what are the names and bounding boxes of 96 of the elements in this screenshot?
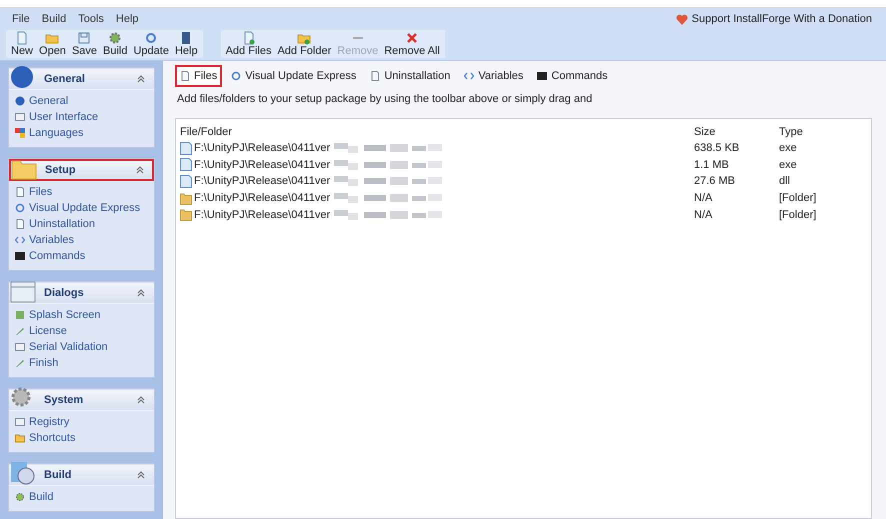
window-icon — [15, 417, 25, 427]
type-cell: exe — [779, 142, 797, 154]
sidebar-item[interactable]: Serial Validation — [29, 341, 108, 353]
menu-item[interactable]: Build — [42, 13, 66, 25]
toolbar-button[interactable]: Remove All — [381, 30, 443, 58]
toolbar-button[interactable]: Build — [100, 30, 130, 58]
group-header[interactable]: Dialogs — [9, 282, 154, 304]
file-path: F:\UnityPJ\Release\0411ver — [194, 192, 330, 204]
group-header[interactable]: Build — [9, 464, 154, 486]
file-path: F:\UnityPJ\Release\0411ver — [194, 175, 330, 188]
gear-icon — [108, 31, 122, 45]
sidebar-item[interactable]: License — [29, 325, 67, 337]
info-icon — [10, 65, 36, 89]
info-icon — [15, 96, 25, 106]
document-icon — [15, 187, 25, 197]
document-icon — [370, 71, 380, 81]
document-icon — [180, 71, 190, 81]
gear-icon — [15, 492, 25, 502]
menu-item[interactable]: File — [12, 13, 30, 25]
tab[interactable]: Commands — [532, 65, 613, 87]
sidebar-item[interactable]: General — [29, 95, 68, 107]
picture-icon — [15, 310, 25, 320]
type-cell: exe — [779, 158, 797, 171]
column-header[interactable]: Type — [779, 126, 803, 138]
document-plus-icon — [242, 31, 256, 45]
tab[interactable]: Files — [175, 65, 222, 87]
group-header[interactable]: Setup — [9, 159, 154, 181]
toolbar-button[interactable]: Open — [36, 30, 69, 58]
heart-icon — [676, 14, 688, 24]
brackets-icon — [15, 235, 25, 245]
size-cell: N/A — [694, 208, 712, 221]
folder-icon — [180, 192, 192, 205]
size-cell: N/A — [694, 192, 712, 204]
window-icon — [15, 112, 25, 122]
sidebar-item[interactable]: Build — [29, 491, 54, 503]
file-path: F:\UnityPJ\Release\0411ver — [194, 142, 330, 154]
window-icon — [15, 342, 25, 352]
toolbar-button[interactable]: New — [8, 30, 36, 58]
instruction-text: Add files/folders to your setup package by using the toolbar above or simply drag and — [176, 92, 594, 107]
sidebar-item[interactable]: Languages — [29, 127, 84, 139]
folder-icon — [15, 433, 25, 443]
disc-icon — [10, 461, 36, 485]
folder-icon — [180, 208, 192, 222]
collapse-icon[interactable] — [137, 75, 145, 83]
donation-link[interactable]: Support InstallForge With a Donation — [692, 13, 872, 25]
menu-item[interactable]: Help — [116, 13, 139, 25]
sidebar-item[interactable]: Commands — [29, 250, 86, 262]
tab[interactable]: Visual Update Express — [226, 65, 362, 87]
tab[interactable]: Uninstallation — [365, 65, 456, 87]
type-cell: [Folder] — [779, 192, 816, 204]
terminal-icon — [537, 71, 548, 81]
toolbar-button[interactable]: Save — [68, 30, 100, 58]
brackets-icon — [464, 71, 474, 81]
sidebar-item[interactable]: Visual Update Express — [29, 202, 140, 214]
group-header[interactable]: General — [9, 68, 154, 90]
sidebar-item[interactable]: Finish — [29, 357, 58, 369]
sidebar-item[interactable]: User Interface — [29, 111, 98, 123]
pen-icon — [15, 358, 25, 368]
document-icon — [15, 219, 25, 229]
sidebar-item[interactable]: Splash Screen — [29, 309, 101, 321]
toolbar-button[interactable]: Add Files — [222, 30, 274, 58]
toolbar-button[interactable]: Add Folder — [274, 30, 334, 58]
type-cell: [Folder] — [779, 208, 816, 221]
toolbar-button[interactable]: Update — [130, 30, 172, 58]
flags-icon — [15, 128, 25, 138]
sidebar-item[interactable]: Files — [29, 186, 52, 198]
collapse-icon[interactable] — [137, 289, 145, 297]
column-header[interactable]: Size — [694, 126, 716, 138]
document-icon — [180, 158, 192, 172]
size-cell: 638.5 KB — [694, 142, 740, 154]
size-cell: 1.1 MB — [694, 158, 729, 171]
tab[interactable]: Variables — [459, 65, 528, 87]
collapse-icon[interactable] — [137, 396, 145, 404]
toolbar-button[interactable]: Help — [172, 30, 201, 58]
file-path: F:\UnityPJ\Release\0411ver — [194, 158, 330, 171]
type-cell: dll — [779, 175, 790, 188]
cross-icon — [405, 31, 420, 45]
size-cell: 27.6 MB — [694, 175, 735, 188]
terminal-icon — [15, 251, 25, 261]
group-header[interactable]: System — [9, 389, 154, 411]
collapse-icon[interactable] — [137, 471, 145, 479]
document-icon — [15, 31, 29, 45]
document-icon — [180, 142, 192, 155]
collapse-icon[interactable] — [136, 166, 144, 174]
file-path: F:\UnityPJ\Release\0411ver — [194, 208, 330, 221]
ring-icon — [231, 71, 242, 81]
pen-icon — [15, 326, 25, 336]
ring-icon — [144, 31, 158, 45]
menu-item[interactable]: Tools — [78, 13, 104, 25]
sidebar-item[interactable]: Shortcuts — [29, 432, 76, 444]
document-icon — [180, 174, 192, 188]
column-header[interactable]: File/Folder — [180, 126, 232, 138]
sidebar-item[interactable]: Variables — [29, 234, 74, 246]
sidebar-item[interactable]: Uninstallation — [29, 218, 96, 230]
ring-icon — [15, 203, 25, 213]
sidebar-item[interactable]: Registry — [29, 416, 70, 428]
